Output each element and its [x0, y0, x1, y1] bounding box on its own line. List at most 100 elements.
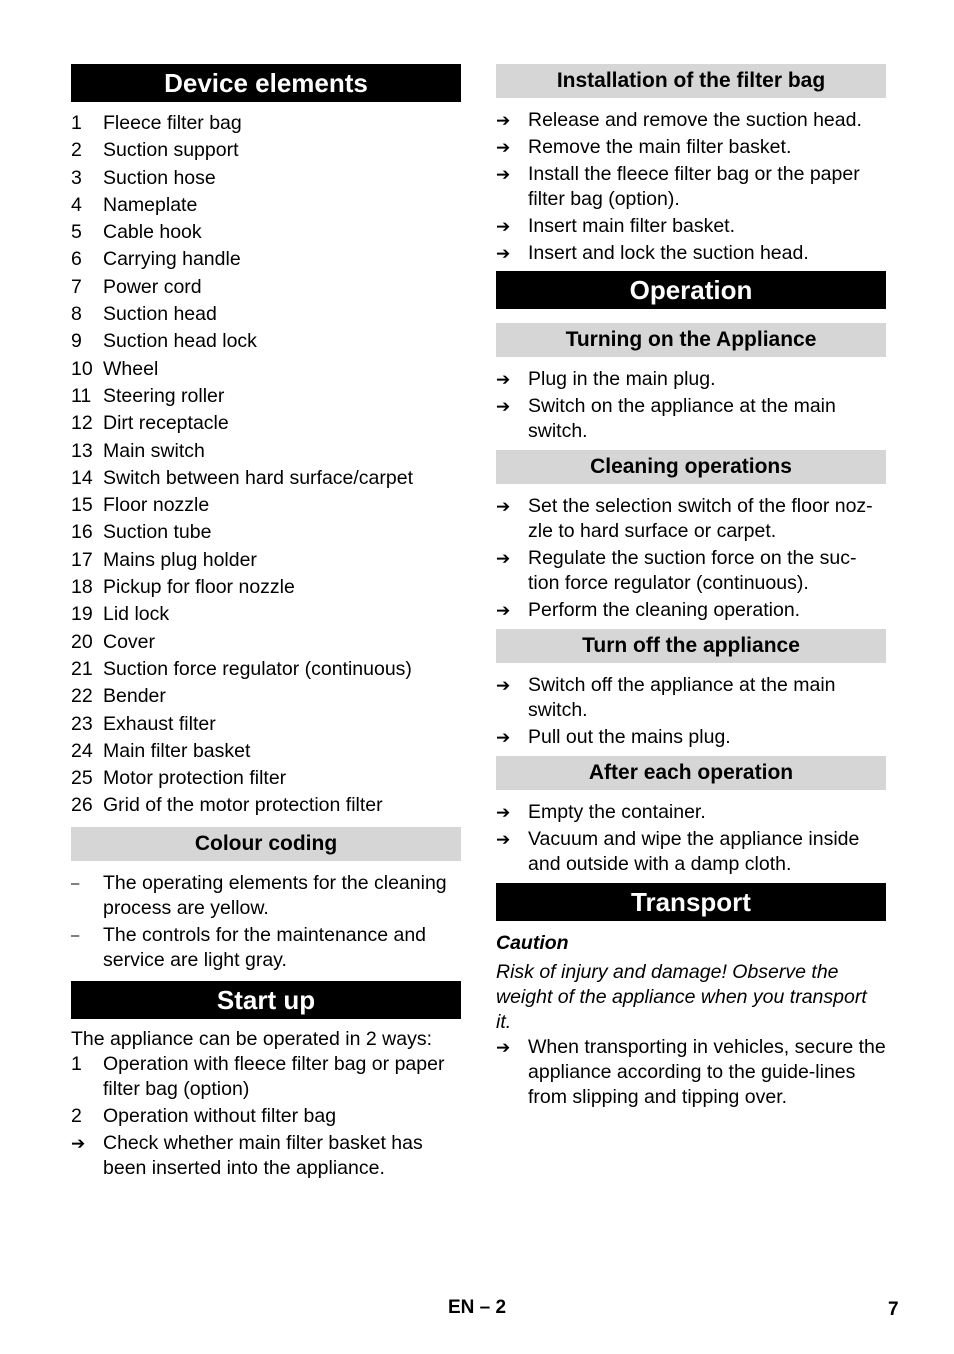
item-text: Regulate the suction force on the suc-ti…	[528, 547, 857, 594]
item-text: The operating elements for the cleaning …	[103, 871, 447, 919]
item-text: Operation without filter bag	[103, 1104, 337, 1127]
item-label: Grid of the motor protection filter	[103, 794, 383, 817]
item-text: Plug in the main plug.	[528, 368, 716, 390]
item-label: Suction support	[103, 139, 239, 162]
item-number: 18	[71, 576, 93, 599]
device-element-item: 16 Suction tube	[71, 519, 461, 546]
section-heading-transport: Transport	[496, 883, 886, 921]
step-item: ➔ Perform the cleaning operation.	[496, 598, 886, 623]
transport-steps-list: ➔ When transporting in vehicles, secure t…	[496, 1035, 886, 1110]
item-label: Power cord	[103, 275, 202, 298]
item-text: When transporting in vehicles, secure th…	[528, 1036, 886, 1108]
item-number: 19	[71, 603, 93, 626]
arrow-right-icon: ➔	[496, 830, 511, 849]
item-number: 7	[71, 275, 82, 298]
bullet-item: – The operating elements for the cleaning…	[71, 871, 461, 921]
item-number: 22	[71, 685, 93, 708]
item-number: 15	[71, 494, 93, 517]
arrow-right-icon: ➔	[496, 803, 511, 822]
item-label: Suction head	[103, 303, 217, 326]
step-item: ➔ Pull out the mains plug.	[496, 725, 886, 750]
subheading-after-each-operation: After each operation	[496, 756, 886, 790]
device-element-item: 25 Motor protection filter	[71, 765, 461, 792]
item-text: Perform the cleaning operation.	[528, 599, 801, 621]
item-number: 10	[71, 357, 93, 380]
item-text: Release and remove the suction head.	[528, 109, 862, 131]
step-item: ➔ Remove the main filter basket.	[496, 135, 886, 160]
device-element-item: 1 Fleece filter bag	[71, 110, 461, 137]
subheading-turning-on: Turning on the Appliance	[496, 323, 886, 357]
arrow-right-icon: ➔	[496, 111, 511, 130]
arrow-right-icon: ➔	[496, 549, 511, 568]
device-elements-list: 1 Fleece filter bag 2 Suction support 3 Sucti…	[71, 110, 461, 820]
subheading-colour-coding: Colour coding	[71, 826, 461, 861]
device-element-item: 5 Cable hook	[71, 219, 461, 246]
item-number: 2	[71, 139, 82, 162]
item-number: 3	[71, 166, 82, 189]
step-item: ➔ Vacuum and wipe the appliance inside an…	[496, 827, 886, 877]
start-up-intro: The appliance can be operated in 2 ways:	[71, 1027, 432, 1050]
item-label: Cable hook	[103, 221, 202, 244]
item-text: Pull out the mains plug.	[528, 726, 731, 748]
item-label: Motor protection filter	[103, 767, 287, 790]
item-label: Dirt receptacle	[103, 412, 229, 435]
item-label: Steering roller	[103, 384, 225, 407]
device-element-item: 26 Grid of the motor protection filter	[71, 792, 461, 819]
arrow-right-icon: ➔	[496, 676, 511, 695]
section-heading-start-up: Start up	[71, 980, 461, 1019]
item-number: 25	[71, 767, 93, 790]
arrow-right-icon: ➔	[71, 1133, 86, 1153]
step-item: ➔ Insert main filter basket.	[496, 214, 886, 239]
item-number: 11	[71, 384, 92, 407]
arrow-right-icon: ➔	[496, 728, 511, 747]
footer-page-number: 7	[888, 1299, 899, 1320]
item-text: Vacuum and wipe the appliance inside and…	[528, 828, 860, 875]
item-label: Suction force regulator (continuous)	[103, 657, 412, 680]
item-label: Lid lock	[103, 603, 170, 626]
device-element-item: 17 Mains plug holder	[71, 547, 461, 574]
item-text: Empty the container.	[528, 801, 706, 823]
item-number: 13	[71, 439, 93, 462]
installation-steps-list: ➔ Release and remove the suction head. ➔ Re…	[496, 108, 886, 266]
bullet-item: – The controls for the maintenance and se…	[71, 923, 461, 973]
right-column: Installation of the filter bag ➔ Release …	[496, 64, 886, 1112]
item-text: Insert and lock the suction head.	[528, 242, 809, 264]
step-item: ➔ Release and remove the suction head.	[496, 108, 886, 133]
device-element-item: 14 Switch between hard surface/carpet	[71, 465, 461, 492]
item-text: Check whether main filter basket has bee…	[103, 1131, 423, 1179]
item-label: Pickup for floor nozzle	[103, 576, 295, 599]
section-heading-operation: Operation	[496, 271, 886, 309]
item-label: Mains plug holder	[103, 548, 257, 571]
item-number: 1	[71, 1052, 82, 1075]
start-up-options-list: 1 Operation with fleece filter bag or pap…	[71, 1052, 461, 1129]
item-number: 24	[71, 739, 93, 762]
step-item: ➔ Switch on the appliance at the main swi…	[496, 394, 886, 444]
device-element-item: 7 Power cord	[71, 274, 461, 301]
device-element-item: 11 Steering roller	[71, 383, 461, 410]
subheading-turn-off: Turn off the appliance	[496, 629, 886, 663]
item-number: 2	[71, 1104, 82, 1127]
item-number: 21	[71, 657, 93, 680]
arrow-right-icon: ➔	[496, 217, 511, 236]
dash-bullet-icon: –	[71, 874, 80, 892]
step-item: ➔ Regulate the suction force on the suc-t…	[496, 546, 886, 596]
item-number: 20	[71, 630, 93, 653]
item-number: 23	[71, 712, 93, 735]
section-heading-device-elements: Device elements	[71, 64, 461, 102]
item-label: Carrying handle	[103, 248, 241, 271]
item-label: Nameplate	[103, 193, 198, 216]
item-number: 12	[71, 412, 93, 435]
device-element-item: 22 Bender	[71, 683, 461, 710]
colour-coding-list: – The operating elements for the cleaning…	[71, 871, 461, 973]
item-number: 9	[71, 330, 82, 353]
item-label: Suction hose	[103, 166, 216, 189]
left-column: Device elements 1 Fleece filter bag 2 Sucti…	[71, 64, 461, 1183]
item-label: Main filter basket	[103, 739, 251, 762]
device-element-item: 12 Dirt receptacle	[71, 410, 461, 437]
item-number: 6	[71, 248, 82, 271]
item-text: Remove the main filter basket.	[528, 136, 792, 158]
device-element-item: 10 Wheel	[71, 356, 461, 383]
device-element-item: 9 Suction head lock	[71, 328, 461, 355]
item-number: 5	[71, 221, 82, 244]
dash-bullet-icon: –	[71, 926, 80, 944]
